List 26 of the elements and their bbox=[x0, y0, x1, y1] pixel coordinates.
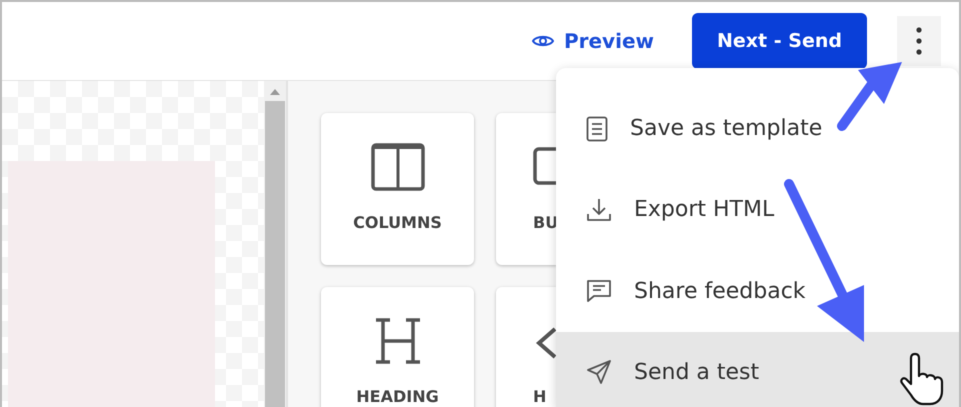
scrollbar[interactable] bbox=[264, 81, 288, 407]
download-icon bbox=[586, 196, 612, 223]
preview-link[interactable]: Preview bbox=[532, 29, 654, 53]
columns-icon bbox=[370, 143, 424, 191]
more-menu-button[interactable] bbox=[897, 16, 941, 66]
next-send-button[interactable]: Next - Send bbox=[692, 13, 867, 69]
heading-icon bbox=[374, 317, 422, 365]
eye-icon bbox=[532, 33, 554, 49]
document-icon bbox=[586, 116, 608, 142]
scrollbar-thumb[interactable] bbox=[265, 101, 285, 407]
block-tile[interactable]: HEADING bbox=[321, 287, 474, 407]
menu-item[interactable]: Share feedback bbox=[556, 250, 959, 332]
block-tile[interactable]: COLUMNS bbox=[321, 113, 474, 265]
block-label: HEADING bbox=[356, 387, 439, 406]
menu-item[interactable]: Export HTML bbox=[556, 169, 959, 250]
send-icon bbox=[586, 359, 612, 386]
more-icon bbox=[916, 27, 922, 55]
block-label: H bbox=[533, 387, 546, 406]
comment-icon bbox=[586, 278, 612, 304]
annotation-arrow bbox=[837, 62, 902, 131]
hand-cursor-icon bbox=[900, 352, 944, 406]
menu-item[interactable]: Save as template bbox=[556, 88, 959, 170]
scroll-up-icon bbox=[270, 89, 280, 95]
block-label: COLUMNS bbox=[353, 213, 442, 232]
block-tile[interactable]: H bbox=[496, 287, 557, 407]
menu-item[interactable]: Send a test bbox=[556, 332, 959, 407]
